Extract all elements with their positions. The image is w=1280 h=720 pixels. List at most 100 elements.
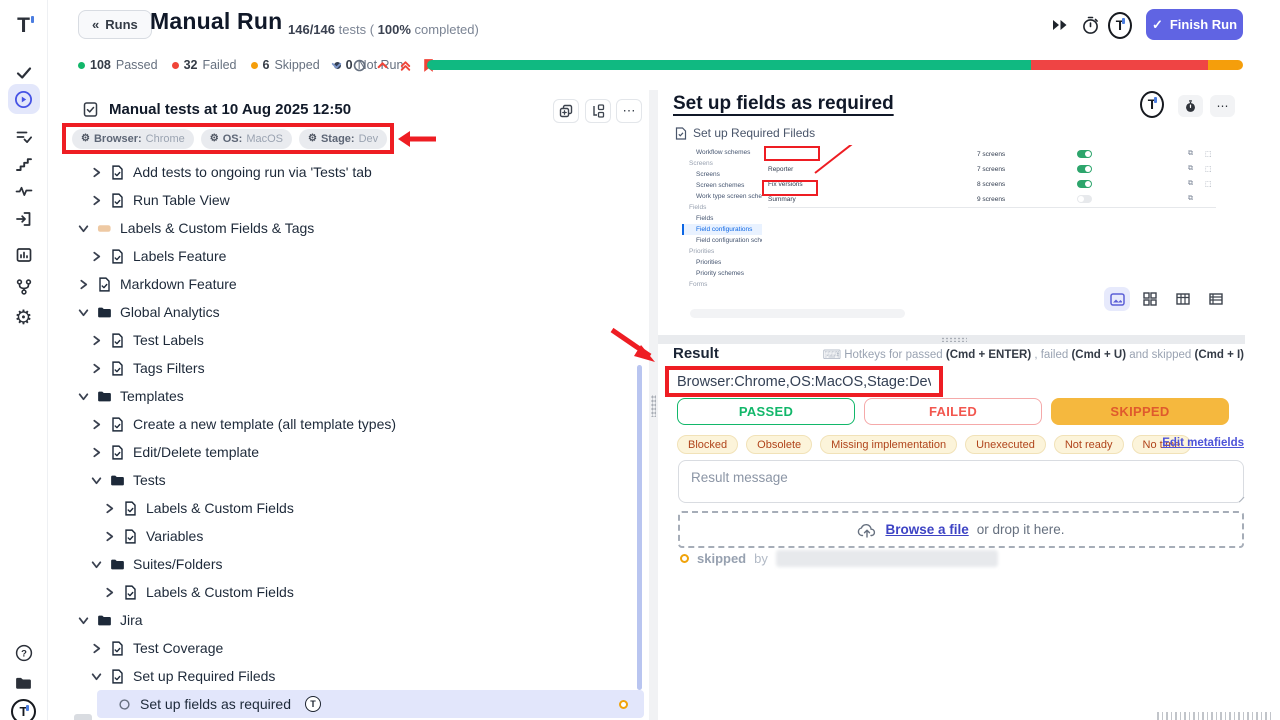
chevron-down-icon[interactable] — [78, 307, 89, 318]
failed-count[interactable]: 32Failed — [172, 58, 237, 72]
chevron-up-icon[interactable] — [376, 59, 389, 72]
tree-item[interactable]: Markdown Feature — [62, 270, 644, 298]
attachment-hscrollbar[interactable] — [690, 309, 905, 318]
chevron-right-icon[interactable] — [91, 419, 102, 430]
tree-item[interactable]: Test Coverage — [62, 634, 644, 662]
breadcrumb[interactable]: Set up Required Fileds — [675, 126, 815, 140]
hotkey-segment: (Cmd + ENTER) — [946, 349, 1031, 361]
metafield-badge[interactable]: Missing implementation — [820, 435, 957, 454]
grid-view-icon[interactable] — [1137, 287, 1163, 311]
circle-filter-icon[interactable] — [353, 59, 366, 72]
finish-run-button[interactable]: ✓ Finish Run — [1146, 9, 1243, 40]
tree-item[interactable]: Tags Filters — [62, 354, 644, 382]
skipped-count[interactable]: 6Skipped — [251, 58, 320, 72]
table-view-icon[interactable] — [1170, 287, 1196, 311]
tree-scrollbar[interactable] — [637, 365, 642, 690]
collapse-chevron-icon[interactable] — [330, 59, 343, 72]
browse-file-link[interactable]: Browse a file — [885, 522, 968, 537]
left-rail: T ⚙ ? — [0, 0, 48, 720]
tree-item[interactable]: Jira — [62, 606, 644, 634]
app-logo-icon[interactable]: T — [8, 10, 40, 40]
tree-item[interactable]: Labels & Custom Fields — [62, 578, 644, 606]
chevron-down-icon[interactable] — [78, 615, 89, 626]
result-message-textarea[interactable] — [678, 460, 1244, 503]
metafield-badge[interactable]: Blocked — [677, 435, 738, 454]
tree-item[interactable]: Variables — [62, 522, 644, 550]
metafield-badge[interactable]: Unexecuted — [965, 435, 1046, 454]
tree-item[interactable]: Run Table View — [62, 186, 644, 214]
skipped-button[interactable]: SKIPPED — [1051, 398, 1229, 425]
tree-item[interactable]: Edit/Delete template — [62, 438, 644, 466]
test-plans-nav-icon[interactable] — [8, 122, 40, 152]
panel-splitter[interactable] — [649, 90, 658, 720]
help-icon[interactable]: ? — [8, 638, 40, 668]
list-view-icon[interactable] — [1203, 287, 1229, 311]
timer-icon[interactable] — [1078, 13, 1102, 37]
tree-more-button[interactable]: ⋯ — [616, 99, 642, 123]
chevron-down-icon[interactable] — [91, 475, 102, 486]
chevron-right-icon[interactable] — [91, 195, 102, 206]
tree-item-label: Edit/Delete template — [133, 444, 259, 460]
pulse-nav-icon[interactable] — [8, 176, 40, 206]
chevron-right-icon[interactable] — [91, 335, 102, 346]
attachment-screenshot[interactable]: Workflow schemesScreensScreensScreen sch… — [682, 145, 1218, 293]
tag-os[interactable]: ⚙OS:MacOS — [201, 129, 292, 149]
test-timer-button[interactable] — [1178, 95, 1203, 117]
tree-item[interactable]: Global Analytics — [62, 298, 644, 326]
back-to-runs-button[interactable]: « Runs — [78, 10, 152, 39]
tree-item-selected[interactable]: Set up fields as requiredT — [97, 690, 644, 718]
double-chevron-up-icon[interactable] — [399, 59, 412, 72]
chevron-right-icon[interactable] — [91, 643, 102, 654]
chevron-right-icon[interactable] — [104, 587, 115, 598]
chevron-right-icon[interactable] — [91, 251, 102, 262]
tree-item[interactable]: Add tests to ongoing run via 'Tests' tab — [62, 158, 644, 186]
chevron-right-icon[interactable] — [104, 531, 115, 542]
passed-count[interactable]: 108Passed — [78, 58, 158, 72]
settings-nav-icon[interactable]: ⚙ — [8, 303, 40, 333]
branches-nav-icon[interactable] — [8, 272, 40, 302]
test-more-button[interactable]: ⋯ — [1210, 95, 1235, 117]
chevron-right-icon[interactable] — [91, 447, 102, 458]
passed-button[interactable]: PASSED — [677, 398, 855, 425]
chevron-right-icon[interactable] — [91, 363, 102, 374]
chevron-down-icon[interactable] — [91, 559, 102, 570]
import-nav-icon[interactable] — [8, 204, 40, 234]
tree-item[interactable]: Labels & Custom Fields & Tags — [62, 214, 644, 242]
tree-item[interactable]: Create a new template (all template type… — [62, 410, 644, 438]
failed-button[interactable]: FAILED — [864, 398, 1042, 425]
projects-folder-icon[interactable] — [8, 668, 40, 698]
app-logo-badge[interactable]: T — [1108, 13, 1132, 37]
tree-item[interactable]: Test Labels — [62, 326, 644, 354]
file-dropzone[interactable]: Browse a file or drop it here. — [678, 511, 1244, 548]
tree-item[interactable]: Set up Required Fileds — [62, 662, 644, 690]
chevron-down-icon[interactable] — [78, 223, 89, 234]
edit-metafields-link[interactable]: Edit metafields — [1162, 437, 1244, 449]
chevron-down-icon[interactable] — [78, 391, 89, 402]
test-title[interactable]: Set up fields as required — [673, 93, 894, 115]
tree-item[interactable]: Tests — [62, 466, 644, 494]
chevron-right-icon[interactable] — [91, 167, 102, 178]
chevron-down-icon[interactable] — [91, 671, 102, 682]
reports-nav-icon[interactable] — [8, 240, 40, 270]
metafield-badge[interactable]: Obsolete — [746, 435, 812, 454]
tag-browser[interactable]: ⚙Browser:Chrome — [72, 129, 194, 149]
metafield-badge[interactable]: Not ready — [1054, 435, 1124, 454]
tree-item[interactable]: Templates — [62, 382, 644, 410]
tree-item[interactable]: Labels Feature — [62, 242, 644, 270]
duplicate-button[interactable] — [553, 99, 579, 123]
tree-item[interactable]: Labels & Custom Fields — [62, 494, 644, 522]
test-logo-badge[interactable]: T — [1140, 92, 1164, 116]
result-config-input[interactable] — [669, 374, 939, 390]
result-splitter[interactable] — [658, 335, 1245, 344]
tree-item-label: Suites/Folders — [133, 556, 222, 572]
tag-stage[interactable]: ⚙Stage:Dev — [299, 129, 387, 149]
chevron-right-icon[interactable] — [78, 279, 89, 290]
fast-forward-icon[interactable] — [1048, 13, 1072, 37]
chevron-right-icon[interactable] — [104, 503, 115, 514]
tests-count-line: 146/146 tests ( 100% completed) — [288, 22, 479, 37]
user-avatar[interactable]: T — [8, 696, 40, 720]
image-view-icon[interactable] — [1104, 287, 1130, 311]
runs-nav-icon[interactable] — [8, 84, 40, 114]
tree-item[interactable]: Suites/Folders — [62, 550, 644, 578]
tree-view-button[interactable] — [585, 99, 611, 123]
